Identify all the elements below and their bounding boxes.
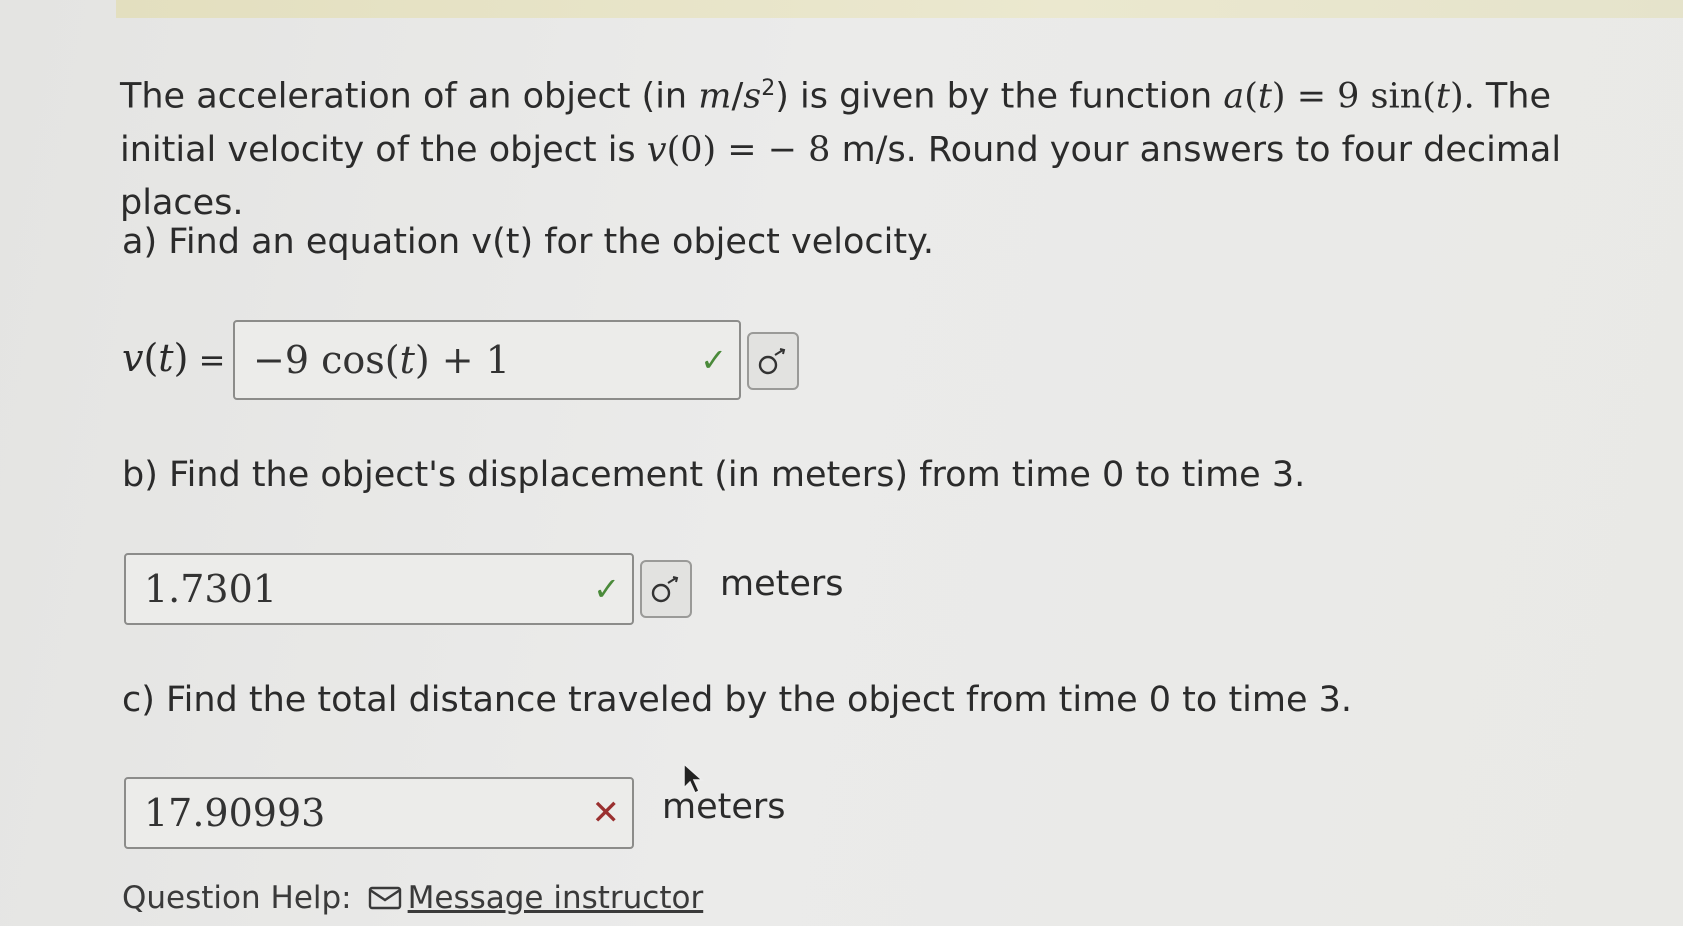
check-icon: ✓ xyxy=(593,570,620,608)
displacement-unit: meters xyxy=(720,564,844,604)
part-a-question: a) Find an equation v(t) for the object … xyxy=(122,222,934,262)
message-instructor-label: Message instructor xyxy=(407,880,704,916)
preview-icon xyxy=(758,348,786,375)
displacement-answer-input[interactable]: 1.7301 ✓ xyxy=(124,553,634,625)
preview-button-a[interactable] xyxy=(747,332,799,390)
top-banner xyxy=(116,0,1683,18)
displacement-answer-value: 1.7301 xyxy=(144,567,277,611)
problem-statement: The acceleration of an object (in m/s2) … xyxy=(120,76,1562,223)
velocity-answer-input[interactable]: −9 cos(t) + 1 ✓ xyxy=(233,320,741,400)
part-c-question: c) Find the total distance traveled by t… xyxy=(122,680,1353,720)
question-help: Question Help: Message instructor xyxy=(122,880,703,916)
mouse-cursor-icon xyxy=(683,762,704,795)
check-icon: ✓ xyxy=(700,341,727,379)
distance-answer-input[interactable]: 17.90993 ✕ xyxy=(124,777,634,849)
envelope-icon xyxy=(368,886,401,910)
distance-answer-value: 17.90993 xyxy=(144,791,326,835)
velocity-label: v(t) = xyxy=(122,336,226,380)
question-help-label: Question Help: xyxy=(122,880,352,916)
preview-button-b[interactable] xyxy=(640,560,692,618)
part-b-question: b) Find the object's displacement (in me… xyxy=(122,455,1306,495)
distance-unit: meters xyxy=(662,787,786,827)
x-icon: ✕ xyxy=(591,793,621,833)
message-instructor-link[interactable]: Message instructor xyxy=(368,880,704,916)
preview-icon xyxy=(651,576,679,603)
velocity-answer-value: −9 cos(t) + 1 xyxy=(253,338,510,382)
